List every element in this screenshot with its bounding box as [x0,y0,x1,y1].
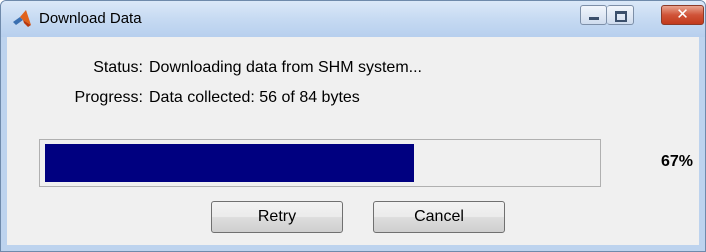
window-title: Download Data [39,10,142,27]
dialog-content: Status: Downloading data from SHM system… [7,37,699,245]
progress-bar-fill [45,144,414,182]
status-label: Status: [93,59,143,76]
cancel-button[interactable]: Cancel [373,201,505,233]
download-dialog: Download Data ✕ Status: Downloading data… [0,0,706,252]
progress-bar [39,139,601,187]
minimize-icon [589,17,599,20]
maximize-button[interactable] [607,5,634,25]
maximize-icon [615,11,627,22]
minimize-button[interactable] [580,5,607,25]
progress-label: Progress: [74,89,143,106]
close-icon: ✕ [676,5,689,23]
retry-button[interactable]: Retry [211,201,343,233]
progress-percent: 67% [660,153,693,170]
status-text: Downloading data from SHM system... [149,59,422,76]
matlab-logo-icon [13,10,31,27]
title-bar[interactable]: Download Data ✕ [1,1,705,37]
progress-text: Data collected: 56 of 84 bytes [149,89,360,106]
close-button[interactable]: ✕ [661,5,704,25]
